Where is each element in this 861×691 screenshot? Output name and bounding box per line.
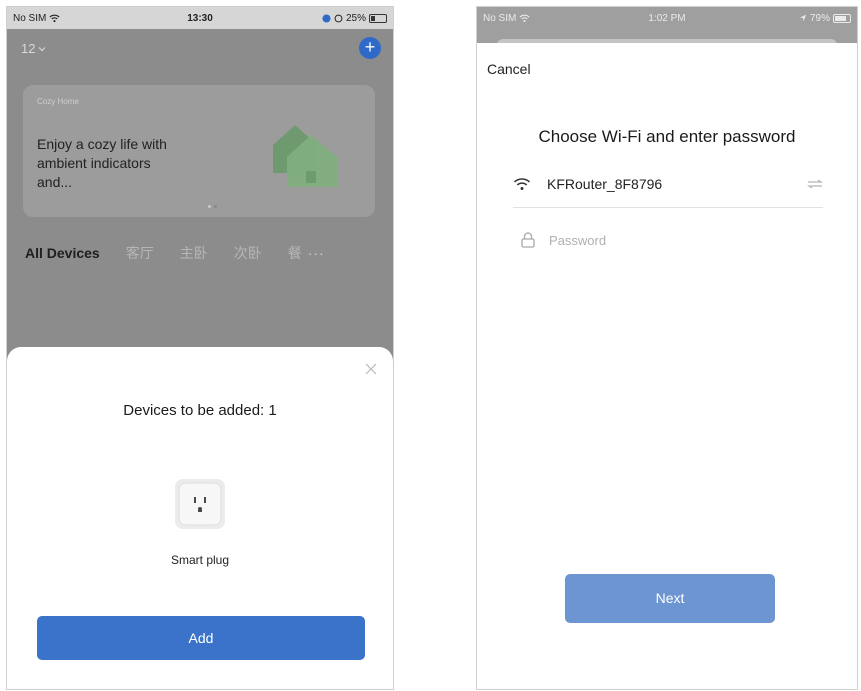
wifi-icon: [519, 14, 530, 22]
status-time: 1:02 PM: [648, 12, 686, 24]
status-bar: No SIM 1:02 PM 79%: [477, 7, 857, 29]
left-phone-screen: No SIM 13:30 25% 12 + Cozy Home Enjoy a …: [6, 6, 394, 690]
carousel-dot: [214, 205, 217, 208]
power-outlet-icon: [178, 482, 222, 526]
lock-icon: [521, 232, 535, 248]
chevron-down-icon: [39, 46, 46, 51]
wifi-network-row[interactable]: KFRouter_8F8796: [513, 161, 823, 208]
smart-plug-tile[interactable]: [175, 479, 225, 529]
battery-percent: 25%: [346, 12, 367, 24]
house-icon: [273, 125, 337, 187]
wifi-icon: [49, 14, 60, 22]
location-icon: [799, 14, 807, 22]
carousel-dot: [208, 205, 211, 208]
right-phone-screen: No SIM 1:02 PM 79% Cancel Choose Wi-Fi a…: [476, 6, 858, 690]
location-icon: [322, 13, 331, 23]
password-input[interactable]: [549, 232, 749, 248]
swap-icon[interactable]: [807, 179, 823, 189]
promo-small-title: Cozy Home: [37, 97, 79, 106]
carrier-label: No SIM: [483, 12, 517, 24]
next-button[interactable]: Next: [565, 574, 775, 623]
status-bar: No SIM 13:30 25%: [7, 7, 393, 29]
device-label: Smart plug: [170, 553, 230, 567]
battery-icon: [833, 13, 852, 23]
status-time: 13:30: [187, 12, 213, 24]
password-row: [521, 223, 823, 257]
page-title: Choose Wi-Fi and enter password: [538, 127, 796, 146]
tab-room[interactable]: 次卧: [234, 243, 262, 263]
alarm-icon: [334, 14, 343, 22]
add-button[interactable]: Add: [37, 616, 365, 660]
home-selector-label: 12: [21, 41, 36, 56]
sheet-title: Devices to be added: 1: [123, 402, 277, 419]
close-icon[interactable]: [363, 361, 379, 377]
promo-text: Enjoy a cozy life with ambient indicator…: [37, 136, 167, 190]
promo-banner[interactable]: Cozy Home Enjoy a cozy life with ambient…: [23, 85, 375, 217]
wifi-icon: [513, 178, 531, 190]
tab-all-devices[interactable]: All Devices: [25, 245, 100, 261]
tab-room[interactable]: 餐: [288, 243, 302, 263]
tab-room[interactable]: 主卧: [180, 243, 208, 263]
more-tabs-button[interactable]: ···: [308, 245, 325, 261]
wifi-setup-sheet: Cancel Choose Wi-Fi and enter password K…: [477, 43, 857, 689]
wifi-network-name: KFRouter_8F8796: [547, 176, 663, 192]
add-devices-sheet: Devices to be added: 1 Smart plug Add: [7, 347, 393, 689]
plus-icon: +: [364, 37, 376, 57]
carousel-indicator: [208, 205, 217, 208]
battery-icon: [369, 13, 388, 23]
home-selector[interactable]: 12: [21, 41, 46, 56]
add-device-button[interactable]: +: [359, 37, 381, 59]
cancel-button[interactable]: Cancel: [487, 61, 531, 77]
battery-percent: 79%: [810, 12, 831, 24]
background-page-strip: [477, 29, 857, 47]
tab-room[interactable]: 客厅: [126, 243, 154, 263]
carrier-label: No SIM: [13, 12, 47, 24]
room-tabs: All Devices 客厅 主卧 次卧 餐 ···: [25, 243, 383, 263]
